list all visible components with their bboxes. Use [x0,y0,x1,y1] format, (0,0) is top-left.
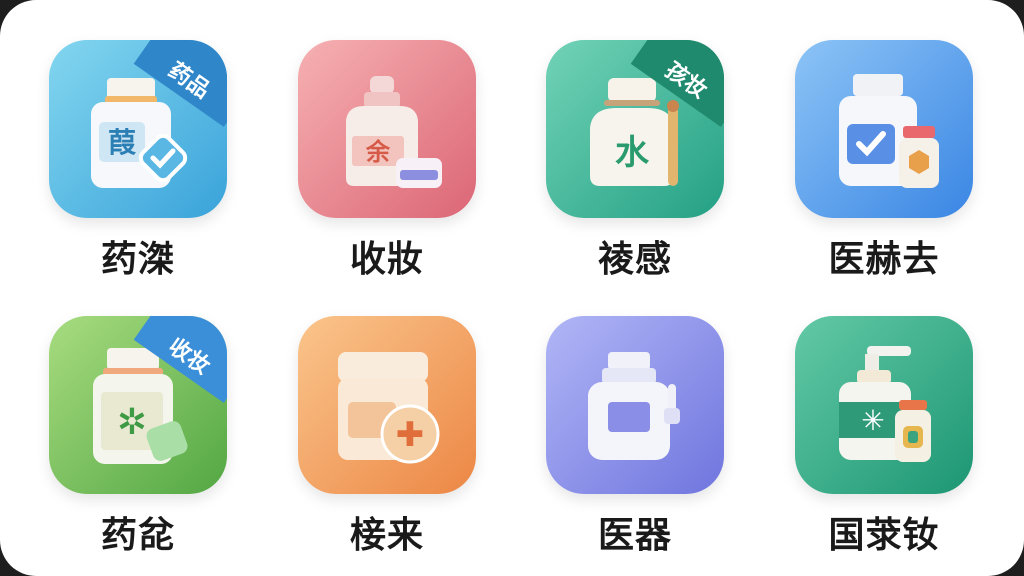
app-tile-1[interactable]: 余 收妝 [298,40,476,290]
app-label: 药滐 [100,239,175,280]
medicine-check-icon[interactable] [795,40,973,218]
app-label: 医器 [597,515,672,556]
bottle-glyph: 葭 [108,126,137,159]
app-label: 收妝 [349,239,424,280]
app-tile-4[interactable]: ✲ 收妆 药兺 [49,316,227,566]
cosmetic-bottle-icon[interactable]: 余 [298,40,476,218]
app-label: 药兺 [100,515,175,556]
pump-bottle-icon[interactable]: ✳ [795,316,973,494]
app-tile-7[interactable]: ✳ 国莍钕 [795,316,973,566]
medical-device-icon[interactable] [546,316,724,494]
bottle-glyph: ✲ [117,402,147,443]
plus-glyph: ✚ [396,415,425,455]
bottle-glyph: 余 [365,138,391,166]
app-tile-0[interactable]: 葭 药品 药滐 [49,40,227,290]
app-label: 国莍钕 [828,515,940,556]
app-tile-6[interactable]: 医器 [546,316,724,566]
bottle-glyph: ✳ [861,404,884,437]
jar-glyph: ⽔ [615,133,650,173]
app-label: 椄来 [349,515,424,556]
app-tile-2[interactable]: ⽔ 孩妆 祾感 [546,40,724,290]
medicine-bottle-icon[interactable]: 葭 药品 [49,40,227,218]
app-grid-panel: 葭 药品 药滐 余 收妝 ⽔ 孩妆 祾感 医赫去 ✲ 收妆 药兺 ✚ 椄来 医器… [0,0,1024,576]
herbal-jar-icon[interactable]: ⽔ 孩妆 [546,40,724,218]
app-tile-5[interactable]: ✚ 椄来 [298,316,476,566]
app-label: 医赫去 [828,239,940,280]
health-jar-icon[interactable]: ✚ [298,316,476,494]
app-label: 祾感 [597,239,672,280]
app-tile-3[interactable]: 医赫去 [795,40,973,290]
herbal-bottle-icon[interactable]: ✲ 收妆 [49,316,227,494]
